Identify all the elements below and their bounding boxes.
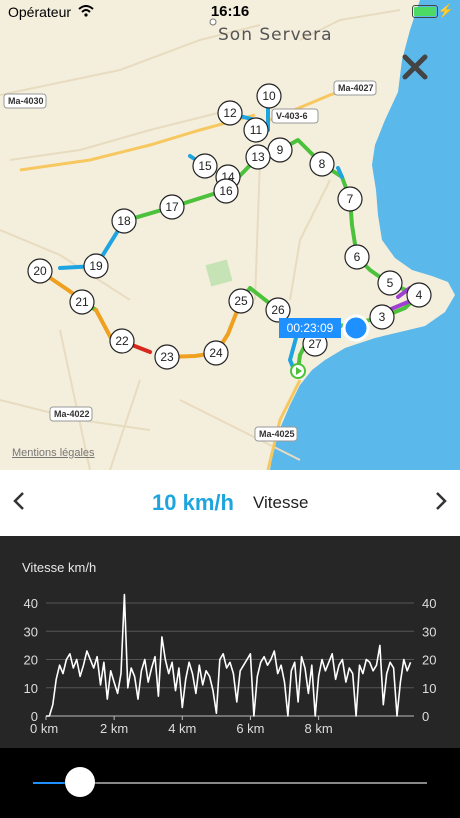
chart-title: Vitesse km/h <box>22 560 97 575</box>
road-label-text: Ma-4027 <box>338 83 374 93</box>
svg-text:26: 26 <box>271 303 285 317</box>
svg-text:25: 25 <box>234 294 248 308</box>
y-tick-label-left: 10 <box>24 681 38 696</box>
map-canvas: Ma-4030 Ma-4027 V-403-6 Ma-4022 Ma-4025 … <box>0 0 460 470</box>
waypoint-12: 12 <box>217 100 243 126</box>
waypoint-17: 17 <box>159 194 185 220</box>
svg-text:8: 8 <box>319 157 326 171</box>
svg-text:24: 24 <box>209 346 223 360</box>
waypoint-3: 3 <box>369 304 395 330</box>
svg-text:5: 5 <box>387 276 394 290</box>
x-tick-label: 2 km <box>100 721 128 736</box>
x-tick-label: 0 km <box>30 721 58 736</box>
waypoint-5: 5 <box>377 270 403 296</box>
waypoint-21: 21 <box>69 289 95 315</box>
svg-text:27: 27 <box>308 337 322 351</box>
svg-text:23: 23 <box>160 350 174 364</box>
svg-text:10: 10 <box>262 89 276 103</box>
x-tick-label: 4 km <box>168 721 196 736</box>
road-label-text: Ma-4030 <box>8 96 44 106</box>
svg-text:00:23:09: 00:23:09 <box>287 321 334 335</box>
waypoint-13: 13 <box>245 144 271 170</box>
time-badge: 00:23:09 <box>279 318 341 338</box>
close-icon <box>402 54 428 80</box>
town-name: Son Servera <box>218 25 333 45</box>
waypoint-4: 4 <box>406 282 432 308</box>
current-position-marker <box>342 314 370 342</box>
road-label-text: Ma-4022 <box>54 409 90 419</box>
playback-bar <box>0 748 460 818</box>
svg-text:12: 12 <box>223 106 237 120</box>
waypoint-16: 16 <box>213 178 239 204</box>
y-tick-label-left: 20 <box>24 653 38 668</box>
playback-slider-thumb[interactable] <box>65 767 96 797</box>
chevron-left-icon <box>13 492 24 510</box>
road-label-ma-4030: Ma-4030 <box>3 93 47 109</box>
x-tick-label: 8 km <box>305 721 333 736</box>
route-map[interactable]: Ma-4030 Ma-4027 V-403-6 Ma-4022 Ma-4025 … <box>0 0 460 470</box>
park-area <box>205 259 233 287</box>
y-tick-label-right: 30 <box>422 624 436 639</box>
metric-selector: 10 km/h Vitesse <box>0 470 460 536</box>
waypoint-11: 11 <box>243 117 269 143</box>
y-tick-label-left: 30 <box>24 624 38 639</box>
road-label-v-403-6: V-403-6 <box>271 108 319 124</box>
y-tick-label-left: 40 <box>24 596 38 611</box>
metric-value: 10 km/h <box>152 490 234 515</box>
svg-text:15: 15 <box>198 159 212 173</box>
charging-icon: ⚡ <box>437 3 454 18</box>
y-tick-label-right: 20 <box>422 653 436 668</box>
waypoint-25: 25 <box>228 288 254 314</box>
waypoint-9: 9 <box>267 137 293 163</box>
waypoint-20: 20 <box>27 258 53 284</box>
svg-text:22: 22 <box>115 334 129 348</box>
svg-text:17: 17 <box>165 200 179 214</box>
waypoint-6: 6 <box>344 244 370 270</box>
svg-text:9: 9 <box>277 143 284 157</box>
speed-chart-panel: Vitesse km/h 0 0 10 10 20 20 30 30 40 40 0 km 2 km 4… <box>0 536 460 748</box>
playback-slider-track[interactable] <box>33 767 427 797</box>
legal-link[interactable]: Mentions légales <box>12 447 95 459</box>
x-tick-label: 6 km <box>236 721 264 736</box>
svg-text:16: 16 <box>219 184 233 198</box>
svg-text:7: 7 <box>347 192 354 206</box>
svg-text:19: 19 <box>89 259 103 273</box>
chevron-right-icon <box>436 492 447 510</box>
svg-text:6: 6 <box>354 250 361 264</box>
speed-line <box>46 593 412 717</box>
y-tick-label-right: 40 <box>422 596 436 611</box>
road-label-text: V-403-6 <box>276 111 308 121</box>
battery-icon <box>412 5 438 18</box>
svg-text:20: 20 <box>33 264 47 278</box>
svg-text:11: 11 <box>250 123 263 137</box>
close-button[interactable] <box>398 50 432 84</box>
svg-text:21: 21 <box>75 295 89 309</box>
next-metric-button[interactable] <box>426 488 456 519</box>
waypoint-10: 10 <box>256 83 282 109</box>
status-bar: Opérateur 16:16 ⚡ <box>0 0 460 24</box>
clock: 16:16 <box>210 3 250 20</box>
road-label-ma-4025: Ma-4025 <box>254 426 298 442</box>
svg-text:18: 18 <box>117 214 131 228</box>
start-play-icon <box>290 363 306 379</box>
waypoint-19: 19 <box>83 253 109 279</box>
waypoint-18: 18 <box>111 208 137 234</box>
svg-text:4: 4 <box>416 288 423 302</box>
waypoint-15: 15 <box>192 153 218 179</box>
road-label-text: Ma-4025 <box>259 429 295 439</box>
waypoint-8: 8 <box>309 151 335 177</box>
svg-text:3: 3 <box>379 310 386 324</box>
waypoint-23: 23 <box>154 344 180 370</box>
previous-metric-button[interactable] <box>4 488 34 519</box>
road-label-ma-4022: Ma-4022 <box>49 406 93 422</box>
y-tick-label-right: 10 <box>422 681 436 696</box>
waypoint-22: 22 <box>109 328 135 354</box>
waypoint-7: 7 <box>337 186 363 212</box>
svg-text:13: 13 <box>251 150 265 164</box>
waypoint-24: 24 <box>203 340 229 366</box>
road-label-ma-4027: Ma-4027 <box>333 80 377 96</box>
metric-label: Vitesse <box>253 493 309 512</box>
y-tick-label-right: 0 <box>422 709 429 724</box>
